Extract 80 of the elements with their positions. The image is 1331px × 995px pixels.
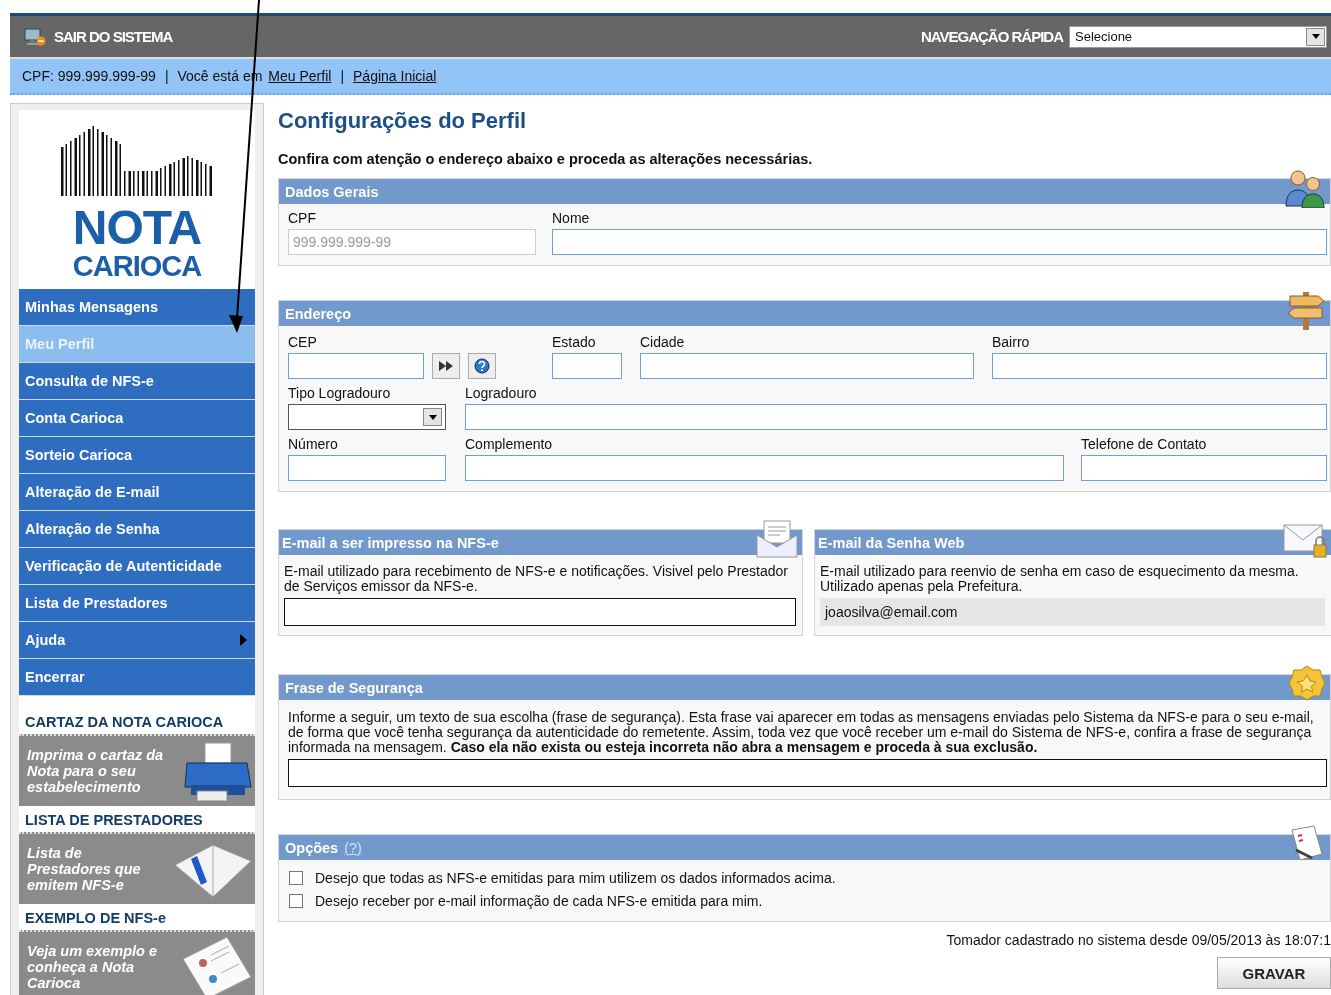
section-title: Endereço [285, 305, 352, 322]
text-field[interactable] [288, 353, 424, 379]
option-label: Desejo que todas as NFS-e emitidas para mim utilizem os dados informados acima. [315, 870, 836, 886]
text-field[interactable] [552, 353, 622, 379]
field-label: CPF [288, 210, 317, 226]
description-text: E-mail utilizado para reenvio de senha em caso de esquecimento da mesma. Utilizado apenas pela Prefeitura. [820, 564, 1300, 594]
separator-text: | [340, 68, 344, 84]
page-title: Configurações do Perfil [278, 108, 528, 134]
breadcrumb-link[interactable]: Página Inicial [353, 68, 437, 84]
help-button[interactable] [468, 353, 496, 379]
field-label: Logradouro [465, 385, 538, 401]
promo-title: CARTAZ DA NOTA CARIOCA [19, 696, 255, 734]
checkbox[interactable] [289, 871, 303, 885]
field-label: Estado [552, 334, 597, 350]
save-button[interactable]: GRAVAR [1217, 957, 1331, 989]
printer-icon [183, 741, 253, 803]
fast-forward-icon [439, 361, 453, 371]
menu-item[interactable]: Verificação de Autenticidade [19, 548, 255, 585]
field-label: Nome [552, 210, 591, 226]
quick-nav-label: NAVEGAÇÃO RÁPIDA [920, 28, 1063, 45]
field-label: Complemento [465, 436, 554, 452]
promo-text: Veja um exemplo e conheça a Nota Carioca [27, 943, 159, 991]
section-title: E-mail da Senha Web [818, 534, 965, 551]
caret-icon [428, 414, 437, 420]
section-title: E-mail a ser impresso na NFS-e [282, 534, 499, 551]
section-title: Frase de Segurança [285, 679, 423, 696]
promo-title: LISTA DE PRESTADORES [19, 806, 255, 832]
separator-text: | [164, 68, 169, 84]
text-field[interactable] [992, 353, 1327, 379]
menu-item[interactable]: Minhas Mensagens [19, 289, 255, 326]
menu-item[interactable]: Sorteio Carioca [19, 437, 255, 474]
security-phrase-field[interactable] [288, 759, 1327, 787]
exit-link[interactable]: SAIR DO SISTEMA [54, 28, 173, 45]
promo-banner[interactable]: Veja um exemplo e conheça a Nota Carioca [19, 930, 255, 995]
email-field[interactable] [284, 598, 796, 626]
text-field[interactable] [465, 455, 1064, 481]
menu-item[interactable]: Lista de Prestadores [19, 585, 255, 622]
search-forward-button[interactable] [432, 353, 460, 379]
promo-banner[interactable]: Imprima o cartaz da Nota para o seu estabelecimento [19, 734, 255, 806]
menu-item[interactable]: Alteração de Senha [19, 511, 255, 548]
text-field[interactable] [288, 455, 446, 481]
logo-title: NOTA [72, 204, 202, 252]
intro-text: Confira com atenção o endereço abaixo e proceda as alterações necessárias. [278, 151, 814, 167]
menu-item[interactable]: Consulta de NFS-e [19, 363, 255, 400]
menu-item[interactable]: Encerrar [19, 659, 255, 696]
promo-title: EXEMPLO DE NFS-e [19, 904, 255, 930]
text-field[interactable] [465, 404, 1327, 430]
section-title: Opções [285, 839, 339, 856]
computer-exit-icon[interactable] [24, 26, 46, 47]
section-title: Dados Gerais [285, 183, 379, 200]
field-label: Tipo Logradouro [288, 385, 392, 401]
dropdown-field[interactable] [288, 404, 446, 430]
text-field[interactable] [640, 353, 974, 379]
text-field[interactable] [552, 229, 1327, 255]
menu-item[interactable]: Ajuda [19, 622, 255, 659]
text-field[interactable] [1081, 455, 1327, 481]
field-label: Telefone de Contato [1081, 436, 1208, 452]
breadcrumb-link[interactable]: Meu Perfil [268, 68, 332, 84]
security-phrase-instructions: Informe a seguir, um texto de sua escolha (frase de segurança). Esta frase vai aparecer em todas as mensagens enviadas pelo Sistema da NFS-e para o seu e-mail, de forma que você tenha segurança da autenticidade do remetente. Assim, toda vez que você receber um e-mail do Sistema de NFS-e, confira a frase de segurança informada na mensagem. Caso ela não exista ou esteja incorreta não abra a mensagem e proceda à sua exclusão. [288, 710, 1315, 755]
description-text: E-mail utilizado para recebimento de NFS-e e notificações. Visivel pelo Prestador de Serviços emissor da NFS-e. [284, 564, 789, 594]
menu-item[interactable]: Alteração de E-mail [19, 474, 255, 511]
option-label: Desejo receber por e-mail informação de cada NFS-e emitida para mim. [315, 893, 763, 909]
checkbox[interactable] [289, 894, 303, 908]
promo-text: Lista de Prestadores que emitem NFS-e [27, 845, 142, 893]
field-label: Cidade [640, 334, 686, 350]
promo-banner[interactable]: Lista de Prestadores que emitem NFS-e [19, 832, 255, 904]
quick-nav-dropdown[interactable]: Selecione [1069, 25, 1327, 48]
field-label: CEP [288, 334, 318, 350]
people-icon [1284, 168, 1326, 208]
logo-subtitle: CARIOCA [72, 252, 202, 281]
registration-note: Tomador cadastrado no sistema desde 09/05/2013 às 18:07:1 [945, 932, 1331, 948]
help-icon [474, 358, 490, 374]
field-label: Bairro [992, 334, 1031, 350]
cpf-text: CPF: 999.999.999-99 [22, 68, 156, 84]
email-value: joaosilva@email.com [820, 598, 1325, 626]
submenu-arrow-icon [240, 634, 247, 646]
menu-item[interactable]: Conta Carioca [19, 400, 255, 437]
promo-text: Imprima o cartaz da Nota para o seu estabelecimento [27, 747, 165, 795]
caret-icon [1311, 34, 1320, 39]
field-label: Número [288, 436, 339, 452]
